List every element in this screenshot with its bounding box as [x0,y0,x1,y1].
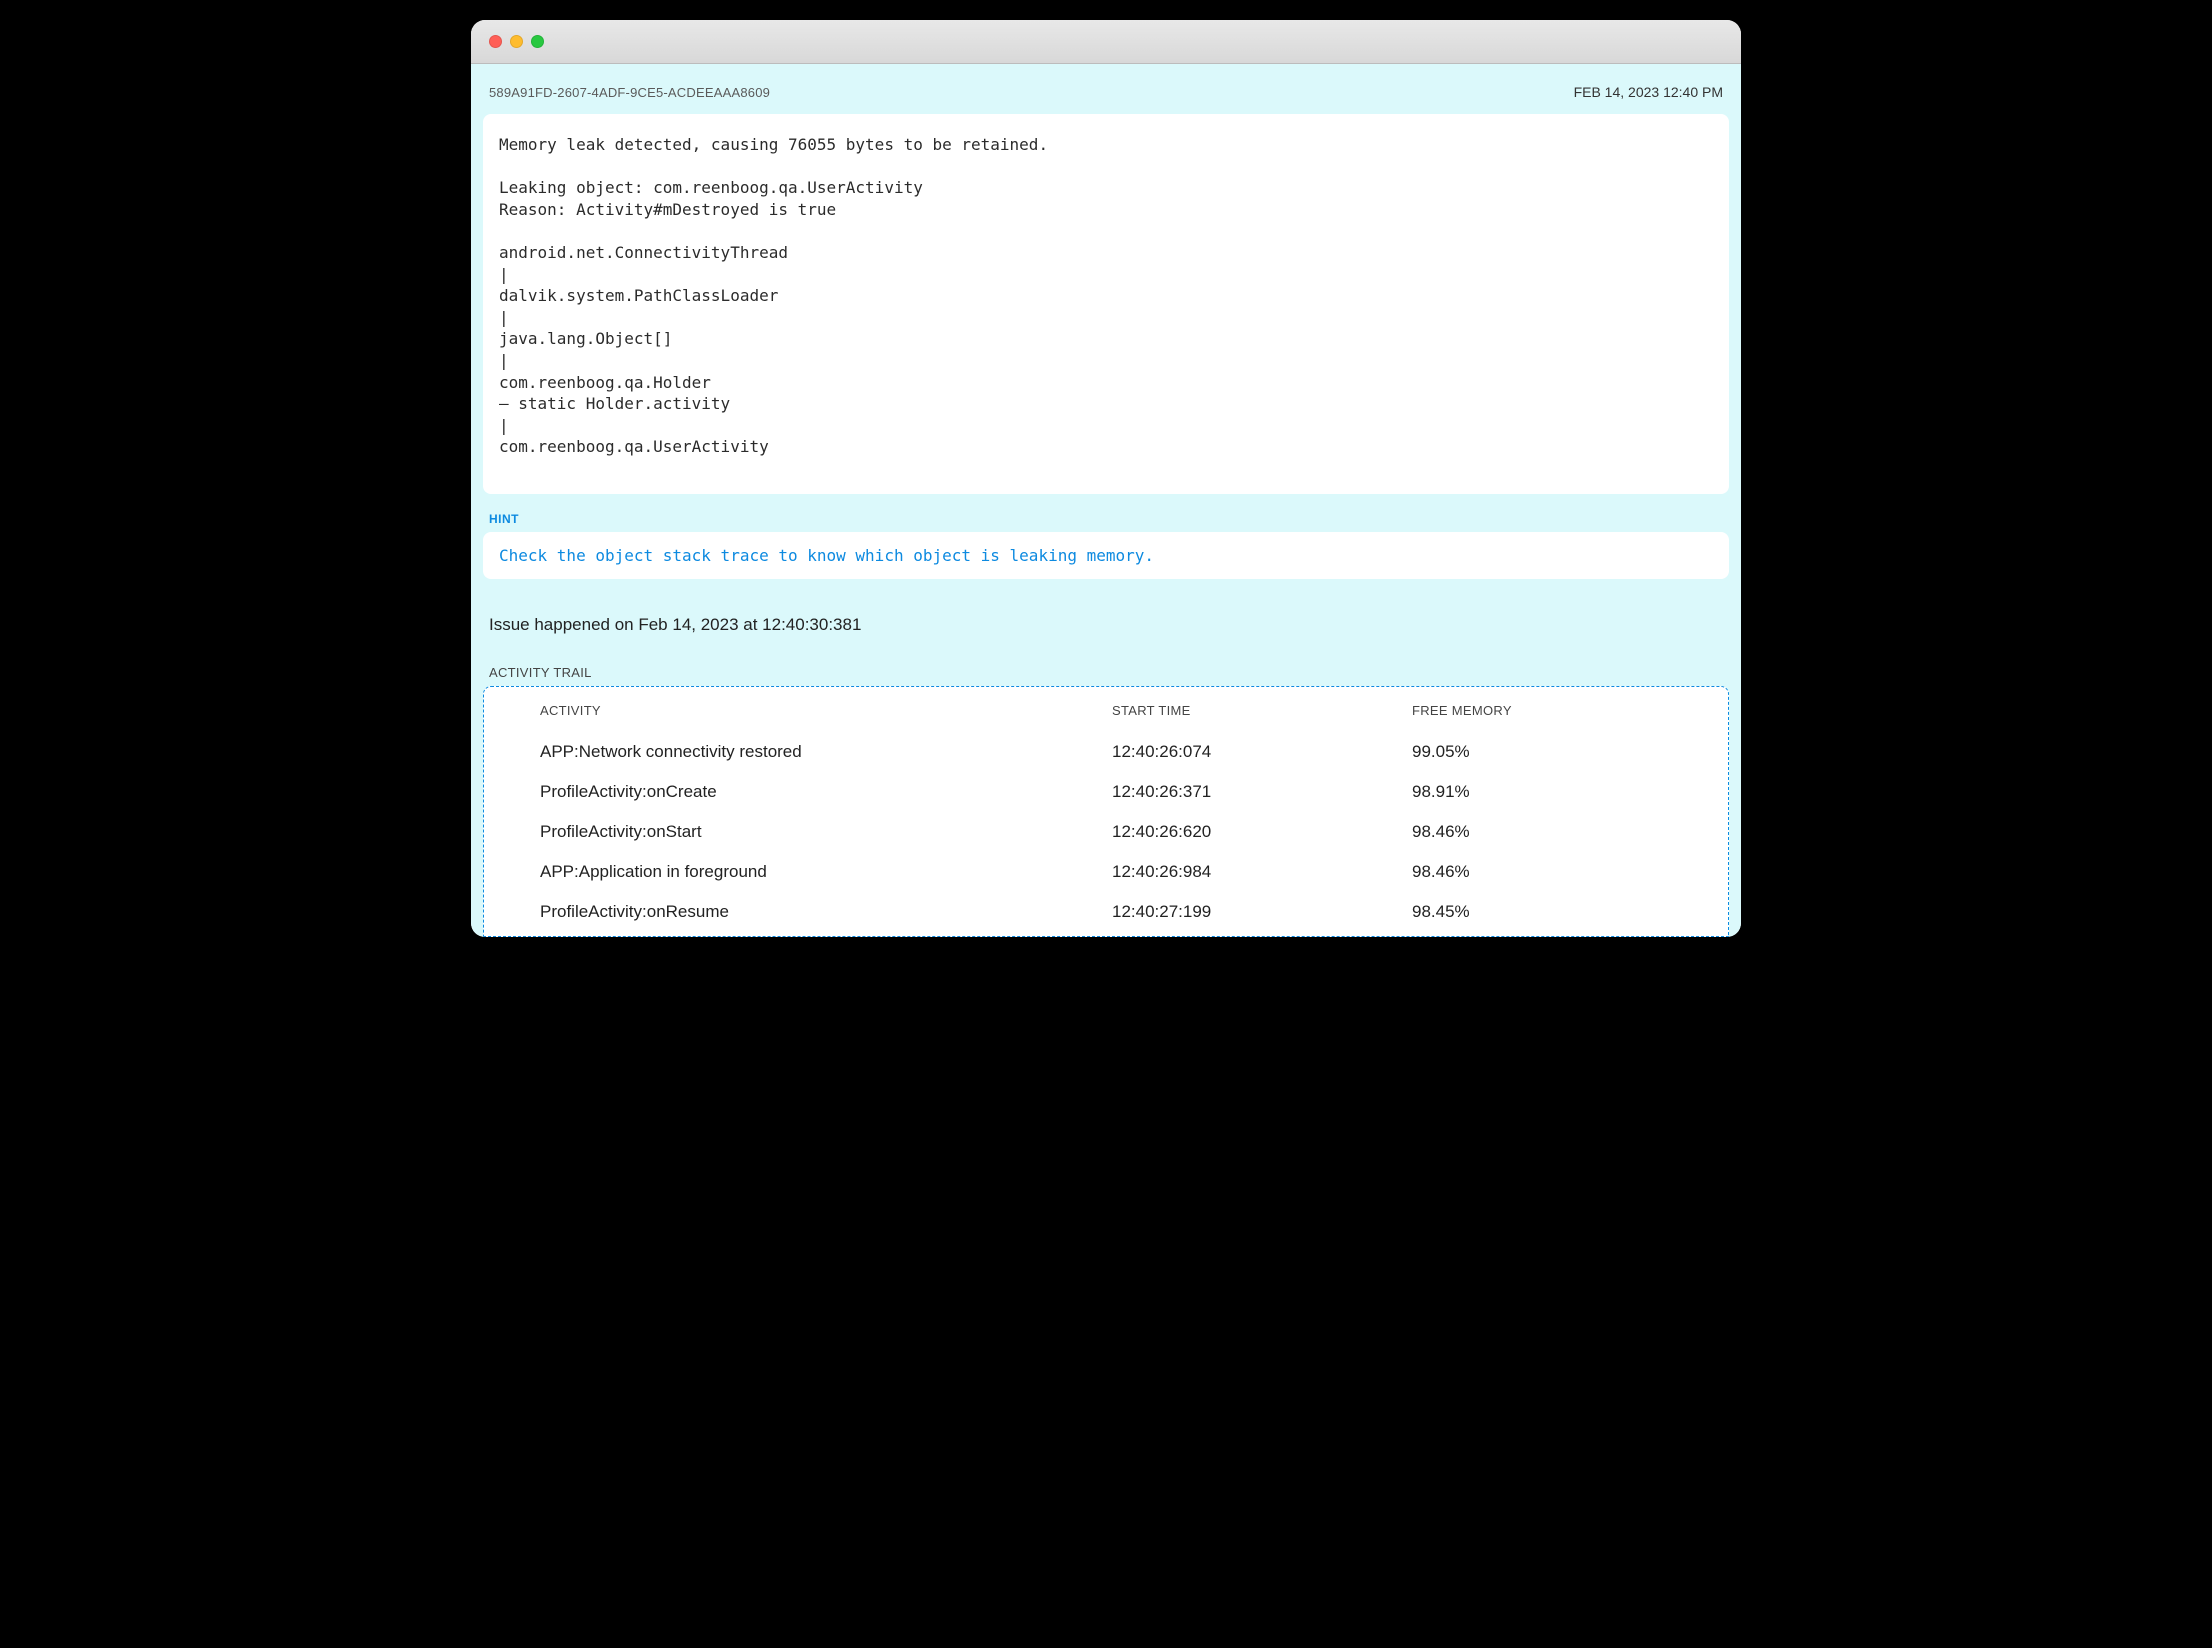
col-start-time: START TIME [1112,703,1412,718]
window-close-button[interactable] [489,35,502,48]
cell-activity: ProfileActivity:onCreate [540,782,1112,802]
window-titlebar [471,20,1741,64]
table-row: ProfileActivity:onCreate 12:40:26:371 98… [540,772,1672,812]
activity-trail-header-row: ACTIVITY START TIME FREE MEMORY [540,703,1672,732]
session-id: 589A91FD-2607-4ADF-9CE5-ACDEEAAA8609 [489,85,770,100]
cell-free-memory: 98.91% [1412,782,1672,802]
hint-card: Check the object stack trace to know whi… [483,532,1729,579]
activity-trail-label: ACTIVITY TRAIL [471,665,1741,686]
table-row: ProfileActivity:onStart 12:40:26:620 98.… [540,812,1672,852]
table-row: ProfileActivity:onResume 12:40:27:199 98… [540,892,1672,932]
activity-trail-panel: ACTIVITY START TIME FREE MEMORY APP:Netw… [483,686,1729,937]
cell-activity: APP:Application in foreground [540,862,1112,882]
cell-free-memory: 98.45% [1412,902,1672,922]
log-card: Memory leak detected, causing 76055 byte… [483,114,1729,494]
hint-text: Check the object stack trace to know whi… [499,546,1713,565]
issue-header-row: 589A91FD-2607-4ADF-9CE5-ACDEEAAA8609 FEB… [471,64,1741,114]
cell-free-memory: 98.46% [1412,822,1672,842]
cell-start-time: 12:40:26:620 [1112,822,1412,842]
cell-free-memory: 98.46% [1412,862,1672,882]
hint-label: HINT [471,512,1741,532]
cell-start-time: 12:40:26:074 [1112,742,1412,762]
cell-activity: APP:Network connectivity restored [540,742,1112,762]
issue-timestamp: FEB 14, 2023 12:40 PM [1574,84,1723,100]
cell-activity: ProfileActivity:onResume [540,902,1112,922]
cell-free-memory: 99.05% [1412,742,1672,762]
cell-start-time: 12:40:26:371 [1112,782,1412,802]
window-maximize-button[interactable] [531,35,544,48]
cell-start-time: 12:40:27:199 [1112,902,1412,922]
app-window: 589A91FD-2607-4ADF-9CE5-ACDEEAAA8609 FEB… [471,20,1741,937]
activity-trail-table: ACTIVITY START TIME FREE MEMORY APP:Netw… [484,703,1728,932]
col-activity: ACTIVITY [540,703,1112,718]
table-row: APP:Network connectivity restored 12:40:… [540,732,1672,772]
issue-timestamp-line: Issue happened on Feb 14, 2023 at 12:40:… [471,599,1741,665]
cell-start-time: 12:40:26:984 [1112,862,1412,882]
cell-activity: ProfileActivity:onStart [540,822,1112,842]
table-row: APP:Application in foreground 12:40:26:9… [540,852,1672,892]
stack-trace-text: Memory leak detected, causing 76055 byte… [499,134,1713,458]
content-area: 589A91FD-2607-4ADF-9CE5-ACDEEAAA8609 FEB… [471,64,1741,937]
window-minimize-button[interactable] [510,35,523,48]
col-free-memory: FREE MEMORY [1412,703,1672,718]
